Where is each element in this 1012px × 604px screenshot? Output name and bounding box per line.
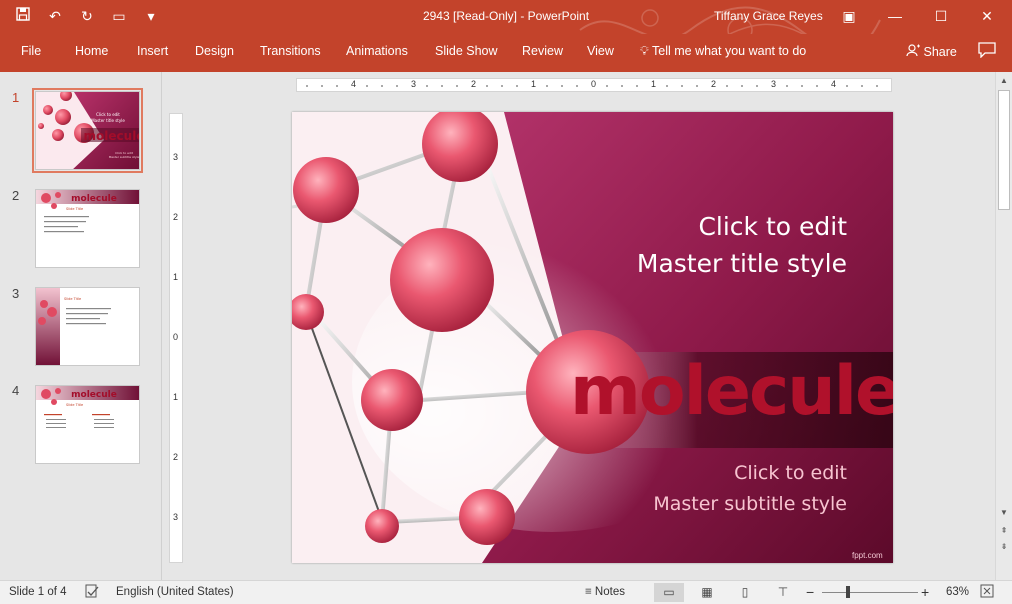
tab-design[interactable]: Design bbox=[195, 44, 234, 58]
slide-thumbnail-3[interactable]: Slide Title bbox=[35, 287, 140, 366]
tab-slide-show[interactable]: Slide Show bbox=[435, 44, 498, 58]
title-bar: ↶ ↻ ▭ ▾ 2943 [Read-Only] - PowerPoint Ti… bbox=[0, 0, 1012, 53]
vertical-scrollbar[interactable]: ▲ ▼ ⇞ ⇟ bbox=[995, 72, 1012, 580]
slide-watermark: fppt.com bbox=[852, 551, 883, 560]
thumbnail-1-title-text: Click to edit bbox=[96, 112, 120, 117]
tab-animations[interactable]: Animations bbox=[346, 44, 408, 58]
comment-icon[interactable] bbox=[978, 42, 998, 60]
zoom-level[interactable]: 63% bbox=[946, 586, 969, 598]
ruler-label: 4 bbox=[831, 79, 837, 89]
notes-icon: ≡ bbox=[585, 586, 592, 598]
minimize-icon[interactable]: — bbox=[872, 0, 918, 34]
notes-button[interactable]: ≡ Notes bbox=[585, 586, 625, 598]
vertical-ruler[interactable]: 3 2 1 0 1 2 3 bbox=[169, 113, 183, 563]
scroll-down-icon[interactable]: ▼ bbox=[996, 506, 1012, 520]
ruler-label: 2 bbox=[173, 452, 179, 462]
user-name[interactable]: Tiffany Grace Reyes bbox=[714, 9, 823, 23]
tell-me-search[interactable]: 💡︎ Tell me what you want to do bbox=[640, 44, 806, 59]
scroll-up-icon[interactable]: ▲ bbox=[996, 74, 1012, 88]
tab-view[interactable]: View bbox=[587, 44, 614, 58]
normal-view-icon[interactable]: ▭ bbox=[654, 583, 684, 602]
ribbon-display-icon[interactable]: ▣ bbox=[826, 0, 872, 34]
slide-brand-text: molecule bbox=[570, 352, 893, 431]
ruler-label: 4 bbox=[351, 79, 357, 89]
thumbnail-number: 3 bbox=[12, 286, 20, 301]
ruler-label: 1 bbox=[173, 392, 179, 402]
tell-me-label: Tell me what you want to do bbox=[652, 44, 807, 58]
zoom-slider-thumb[interactable] bbox=[846, 586, 850, 598]
language-indicator[interactable]: English (United States) bbox=[116, 586, 234, 598]
reading-view-icon[interactable]: ▯ bbox=[730, 583, 760, 602]
tab-transitions[interactable]: Transitions bbox=[260, 44, 321, 58]
notes-label: Notes bbox=[594, 586, 625, 598]
ruler-label: 2 bbox=[173, 212, 179, 222]
slide-subtitle-line-1[interactable]: Click to edit bbox=[592, 462, 847, 484]
tab-review[interactable]: Review bbox=[522, 44, 563, 58]
thumbnail-number: 4 bbox=[12, 383, 20, 398]
svg-text:molecule: molecule bbox=[71, 390, 117, 400]
zoom-slider-track[interactable] bbox=[822, 592, 918, 593]
previous-slide-icon[interactable]: ⇞ bbox=[996, 524, 1012, 538]
thumbnail-3-art: Slide Title bbox=[36, 288, 139, 365]
slide-title-line-1[interactable]: Click to edit bbox=[592, 212, 847, 241]
ruler-label: 1 bbox=[173, 272, 179, 282]
lightbulb-icon: 💡︎ bbox=[640, 44, 649, 58]
thumbnail-1-subtitle-2: Master subtitle style bbox=[109, 155, 140, 159]
svg-text:Slide Title: Slide Title bbox=[64, 297, 81, 301]
slide-sorter-icon[interactable]: ▦ bbox=[692, 583, 722, 602]
slide-canvas[interactable]: molecule Click to edit Master title styl… bbox=[292, 112, 893, 563]
close-icon[interactable]: ✕ bbox=[964, 0, 1010, 34]
ruler-label: 0 bbox=[173, 332, 179, 342]
ruler-label: 3 bbox=[411, 79, 417, 89]
ruler-label: 2 bbox=[471, 79, 477, 89]
ruler-label: 3 bbox=[173, 152, 179, 162]
thumbnail-number: 1 bbox=[12, 90, 20, 105]
slide-thumbnail-1[interactable]: Click to edit Master title style molecul… bbox=[32, 88, 143, 173]
horizontal-ruler[interactable]: 4 3 2 1 0 1 2 3 4 bbox=[296, 78, 892, 92]
thumbnail-2-art: molecule Slide Title bbox=[36, 190, 139, 267]
person-icon bbox=[906, 44, 923, 59]
share-label: Share bbox=[923, 45, 957, 59]
fit-to-window-icon[interactable] bbox=[980, 584, 994, 601]
slideshow-view-icon[interactable]: ⊤ bbox=[768, 583, 798, 602]
ruler-label: 1 bbox=[651, 79, 657, 89]
thumbnail-4-art: molecule Slide Title bbox=[36, 386, 139, 463]
svg-text:Slide Title: Slide Title bbox=[66, 207, 83, 211]
spellcheck-icon[interactable] bbox=[85, 584, 99, 601]
ruler-label: 3 bbox=[771, 79, 777, 89]
svg-text:molecule: molecule bbox=[71, 194, 117, 204]
ribbon-tabs: File Home Insert Design Transitions Anim… bbox=[0, 34, 1012, 72]
thumbnail-1-brand: molecule bbox=[84, 129, 140, 143]
slide-thumbnail-2[interactable]: molecule Slide Title bbox=[35, 189, 140, 268]
tab-file[interactable]: File bbox=[21, 44, 41, 58]
zoom-in-icon[interactable]: + bbox=[921, 584, 929, 600]
slide-title-line-2[interactable]: Master title style bbox=[592, 249, 847, 278]
tab-insert[interactable]: Insert bbox=[137, 44, 168, 58]
ruler-label: 2 bbox=[711, 79, 717, 89]
maximize-icon[interactable]: ☐ bbox=[918, 0, 964, 34]
thumbnail-1-title-text-2: Master title style bbox=[91, 118, 125, 123]
scrollbar-thumb[interactable] bbox=[998, 90, 1010, 210]
slide-counter: Slide 1 of 4 bbox=[9, 586, 67, 598]
ruler-label: 0 bbox=[591, 79, 597, 89]
zoom-out-icon[interactable]: − bbox=[806, 584, 814, 600]
thumbnail-1-art: Click to edit Master title style molecul… bbox=[36, 92, 140, 169]
status-bar: Slide 1 of 4 English (United States) ≡ N… bbox=[0, 580, 1012, 604]
next-slide-icon[interactable]: ⇟ bbox=[996, 540, 1012, 554]
share-button[interactable]: Share bbox=[906, 44, 957, 59]
ruler-label: 1 bbox=[531, 79, 537, 89]
svg-text:Slide Title: Slide Title bbox=[66, 403, 83, 407]
ruler-label: 3 bbox=[173, 512, 179, 522]
slide-subtitle-line-2[interactable]: Master subtitle style bbox=[592, 493, 847, 515]
slide-thumbnail-4[interactable]: molecule Slide Title bbox=[35, 385, 140, 464]
thumbnail-number: 2 bbox=[12, 188, 20, 203]
tab-home[interactable]: Home bbox=[75, 44, 108, 58]
